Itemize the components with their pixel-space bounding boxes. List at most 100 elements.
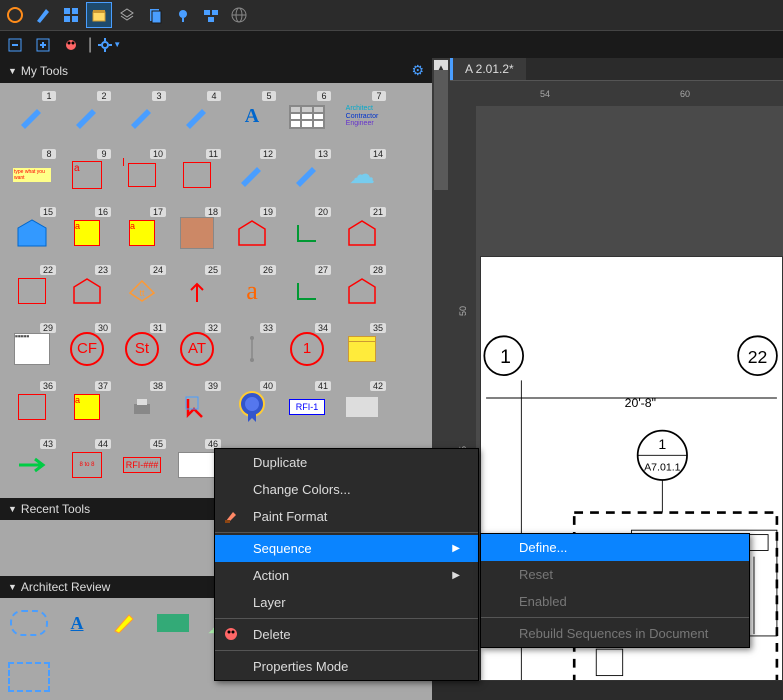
sec-toolbar: | ▼ <box>0 30 783 58</box>
menu-item-sequence[interactable]: Sequence▶ <box>215 535 478 562</box>
menu-item-change-colors-[interactable]: Change Colors... <box>215 476 478 503</box>
tool-ft-pentagon[interactable]: 21 <box>336 205 388 260</box>
menu-item-label: Change Colors... <box>253 482 351 497</box>
tool-ft-box[interactable]: 36 <box>6 379 58 434</box>
arch-tool-dim[interactable] <box>56 662 98 692</box>
tool-stamp-circle[interactable]: 341 <box>281 321 333 376</box>
tool-ft-box[interactable]: 11 <box>171 147 223 202</box>
tool-arrow-green[interactable]: 43 <box>6 437 58 492</box>
menu-item-label: Sequence <box>253 541 312 556</box>
tool-section-line[interactable]: 27 <box>281 263 333 318</box>
architect-review-label: Architect Review <box>21 580 110 594</box>
submenu-item-enabled: Enabled <box>481 588 749 615</box>
tool-sticky-note[interactable]: 35 <box>336 321 388 376</box>
tool-pen-tool[interactable]: 3 <box>116 89 168 144</box>
tool-pen-tool[interactable]: 2 <box>61 89 113 144</box>
sets-btn[interactable] <box>198 2 224 28</box>
settings-gear-btn[interactable]: ▼ <box>96 32 122 58</box>
tool-divider[interactable]: 33 <box>226 321 278 376</box>
arch-tool-fill-green-sm[interactable] <box>152 606 194 640</box>
pin-btn[interactable] <box>170 2 196 28</box>
recent-tool-item[interactable] <box>8 528 50 558</box>
tool-poly-box[interactable]: 16a <box>61 205 113 260</box>
toolchest-btn[interactable] <box>86 2 112 28</box>
tool-number-badge: 15 <box>40 207 56 217</box>
tool-stamp-circle[interactable]: 32AT <box>171 321 223 376</box>
tool-thumb <box>342 273 382 309</box>
my-tools-header[interactable]: ▼ My Tools ⚙ <box>0 58 432 83</box>
menu-item-action[interactable]: Action▶ <box>215 562 478 589</box>
tool-thumb: ▦▦▦▦▦ <box>12 331 52 367</box>
pages-btn[interactable] <box>142 2 168 28</box>
tool-number-badge: 5 <box>262 91 276 101</box>
highlighter-btn[interactable] <box>30 2 56 28</box>
tool-number-badge: 23 <box>95 265 111 275</box>
tool-arrow-up[interactable]: 25 <box>171 263 223 318</box>
tool-cloud[interactable]: 14☁ <box>336 147 388 202</box>
layers-btn[interactable] <box>114 2 140 28</box>
tool-ft-shape[interactable]: 15 <box>6 205 58 260</box>
bug-btn[interactable] <box>58 32 84 58</box>
expand-btn[interactable] <box>30 32 56 58</box>
tool-pen-tool[interactable]: 13 <box>281 147 333 202</box>
arch-tool-dashed[interactable] <box>8 662 50 692</box>
tool-text-a[interactable]: 26a <box>226 263 278 318</box>
tool-note-box[interactable]: 22 <box>6 263 58 318</box>
tool-revision[interactable]: 24tt <box>116 263 168 318</box>
tool-text-A[interactable]: 5A <box>226 89 278 144</box>
arch-tool-highlighter[interactable] <box>104 606 146 640</box>
tool-rfi-hash[interactable]: 45RFI-### <box>116 437 168 492</box>
tool-pen-tool[interactable]: 4 <box>171 89 223 144</box>
tool-thumb <box>122 389 162 425</box>
collapse-btn[interactable] <box>2 32 28 58</box>
tool-callout[interactable]: 10 <box>116 147 168 202</box>
menu-item-duplicate[interactable]: Duplicate <box>215 449 478 476</box>
tool-blank[interactable]: 42 <box>336 379 388 434</box>
tool-seal[interactable]: 40 <box>226 379 278 434</box>
submenu-item-define-[interactable]: Define... <box>481 534 749 561</box>
svg-text:22: 22 <box>748 347 768 367</box>
tool-pen-tool[interactable]: 12 <box>226 147 278 202</box>
tool-poly-box[interactable]: 17a <box>116 205 168 260</box>
tool-poly-box[interactable]: 37a <box>61 379 113 434</box>
svg-text:1: 1 <box>658 436 666 452</box>
tool-section-line[interactable]: 20 <box>281 205 333 260</box>
tool-number-badge: 13 <box>315 149 331 159</box>
tool-thumb: ArchitectContractorEngineer <box>342 99 382 135</box>
tool-thumb: A <box>232 99 272 135</box>
tool-table[interactable]: 6 <box>281 89 333 144</box>
globe-btn[interactable] <box>226 2 252 28</box>
tool-dim-box[interactable]: 448 to 8 <box>61 437 113 492</box>
tool-ft-pentagon[interactable]: 19 <box>226 205 278 260</box>
tool-thumb: 1 <box>287 331 327 367</box>
arch-tool-text-A-blue[interactable]: A <box>56 606 98 640</box>
tool-number-badge: 19 <box>260 207 276 217</box>
tool-typewriter[interactable]: 8type what you want <box>6 147 58 202</box>
profile-btn[interactable] <box>2 2 28 28</box>
tool-ft-pentagon[interactable]: 23 <box>61 263 113 318</box>
tool-roles[interactable]: 7ArchitectContractorEngineer <box>336 89 388 144</box>
menu-item-delete[interactable]: Delete <box>215 621 478 648</box>
tool-text-box[interactable]: 9a <box>61 147 113 202</box>
tool-thumb: RFI-1 <box>287 389 327 425</box>
tool-ft-pentagon[interactable]: 28 <box>336 263 388 318</box>
tool-thumb <box>177 273 217 309</box>
tool-thumb <box>232 157 272 193</box>
tool-titleblock[interactable]: 29▦▦▦▦▦ <box>6 321 58 376</box>
menu-item-layer[interactable]: Layer <box>215 589 478 616</box>
document-tab[interactable]: A 2.01.2* <box>450 58 526 80</box>
thumbnails-btn[interactable] <box>58 2 84 28</box>
tool-solid-box[interactable]: 18 <box>171 205 223 260</box>
tool-stamp-circle[interactable]: 30CF <box>61 321 113 376</box>
my-tools-gear-icon[interactable]: ⚙ <box>411 62 424 79</box>
tool-print[interactable]: 38 <box>116 379 168 434</box>
scroll-thumb[interactable] <box>434 70 448 190</box>
tool-pen-tool[interactable]: 1 <box>6 89 58 144</box>
menu-item-properties-mode[interactable]: Properties Mode <box>215 653 478 680</box>
tool-rfi-small[interactable]: 41RFI-1 <box>281 379 333 434</box>
menu-item-paint-format[interactable]: Paint Format <box>215 503 478 530</box>
tool-checkmark[interactable]: 39 <box>171 379 223 434</box>
tool-number-badge: 10 <box>150 149 166 159</box>
tool-stamp-circle[interactable]: 31St <box>116 321 168 376</box>
arch-tool-cloud-blue[interactable] <box>8 606 50 640</box>
